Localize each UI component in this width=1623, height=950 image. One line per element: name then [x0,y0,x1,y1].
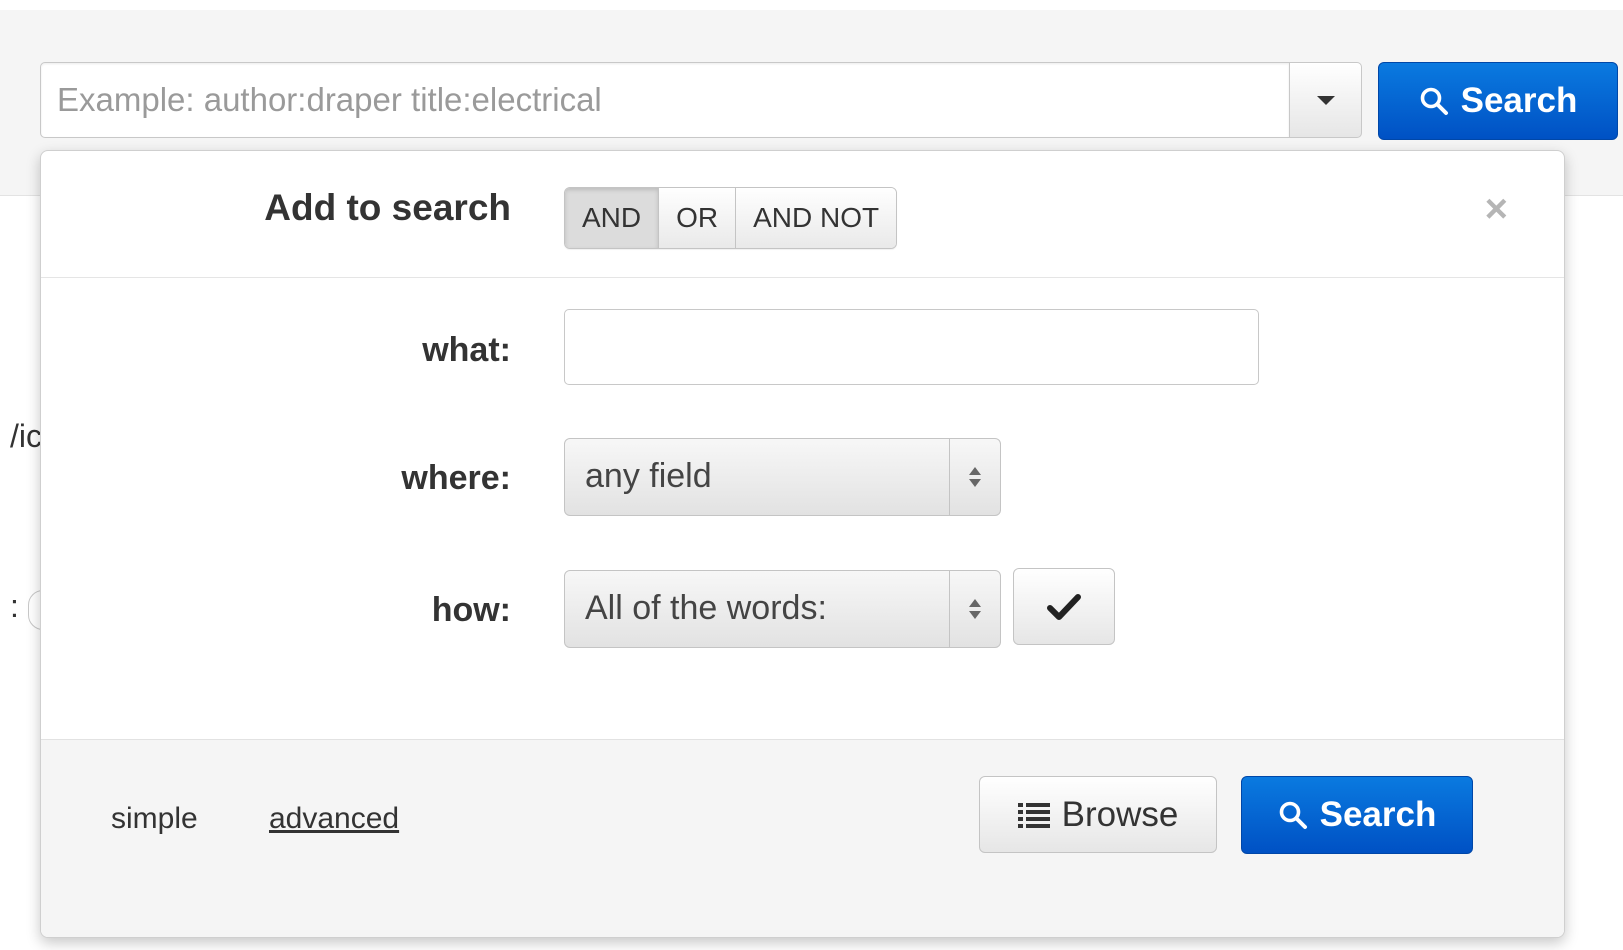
search-button[interactable]: Search [1378,62,1618,140]
search-icon [1279,801,1307,829]
add-to-search-label: Add to search [264,187,511,228]
where-select[interactable]: any field [564,438,1001,516]
where-select-value: any field [585,457,712,495]
top-edge [0,0,1623,10]
panel-header: Add to search AND OR AND NOT × [41,151,1564,278]
select-arrows-icon [949,571,1000,647]
panel-footer: simple advanced Browse Search [41,739,1564,937]
background-text-fragment: : [10,588,19,624]
simple-search-link[interactable]: simple [111,802,198,836]
panel-search-button[interactable]: Search [1241,776,1473,854]
checkmark-icon [1047,593,1081,620]
operator-and-not-button[interactable]: AND NOT [735,188,897,248]
search-icon [1420,87,1448,115]
panel-search-button-label: Search [1319,795,1437,834]
browse-button-label: Browse [1061,794,1179,834]
browse-button[interactable]: Browse [979,776,1217,853]
search-input[interactable] [40,62,1290,138]
how-select-value: All of the words: [585,589,827,627]
what-input[interactable] [564,309,1259,385]
list-icon [1017,802,1050,828]
how-label: how: [431,591,511,629]
how-select[interactable]: All of the words: [564,570,1001,648]
advanced-search-panel: Add to search AND OR AND NOT × what: whe… [40,150,1565,938]
what-label: what: [422,331,511,369]
where-label: where: [401,459,511,497]
background-text-fragment: /ic [10,418,42,454]
advanced-search-link[interactable]: advanced [269,802,399,836]
caret-down-icon [1316,95,1335,105]
close-icon[interactable]: × [1485,187,1508,232]
operator-or-button[interactable]: OR [658,188,736,248]
boolean-operator-group: AND OR AND NOT [564,187,898,249]
operator-and-button[interactable]: AND [565,188,659,248]
select-arrows-icon [949,439,1000,515]
search-options-dropdown-button[interactable] [1289,62,1362,138]
search-button-label: Search [1460,81,1578,120]
add-term-button[interactable] [1013,568,1115,645]
